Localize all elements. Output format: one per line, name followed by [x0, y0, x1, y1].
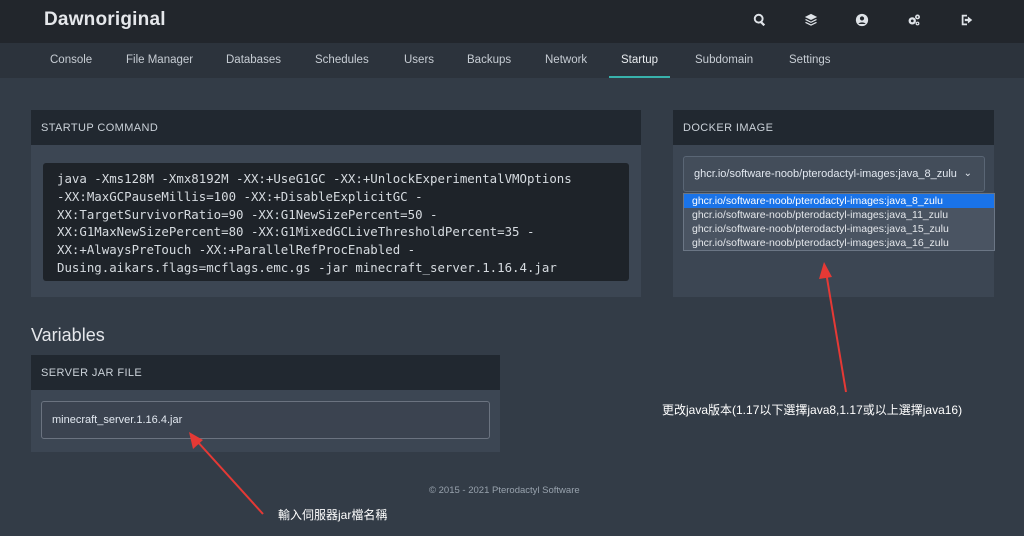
tab-schedules[interactable]: Schedules — [315, 43, 369, 78]
search-icon[interactable] — [752, 12, 768, 28]
app-title[interactable]: Dawnoriginal — [44, 9, 166, 31]
layers-icon[interactable] — [803, 12, 819, 28]
tab-settings[interactable]: Settings — [789, 43, 831, 78]
tab-backups[interactable]: Backups — [467, 43, 511, 78]
tab-subdomain[interactable]: Subdomain — [695, 43, 753, 78]
tab-databases[interactable]: Databases — [226, 43, 281, 78]
docker-option[interactable]: ghcr.io/software-noob/pterodactyl-images… — [684, 222, 994, 236]
cogs-icon[interactable] — [906, 12, 922, 28]
variables-title: Variables — [31, 325, 105, 345]
tab-startup[interactable]: Startup — [609, 43, 671, 78]
docker-option[interactable]: ghcr.io/software-noob/pterodactyl-images… — [684, 236, 994, 250]
jar-annotation-note: 輸入伺服器jar檔名稱 — [278, 508, 388, 522]
chevron-down-icon: ⌄ — [963, 168, 972, 179]
docker-annotation-note: 更改java版本(1.17以下選擇java8,1.17或以上選擇java16) — [662, 403, 963, 417]
command-line: XX:+AlwaysPreTouch -XX:+ParallelRefProcE… — [57, 242, 416, 258]
startup-command-header: STARTUP COMMAND — [31, 110, 641, 145]
sign-out-icon[interactable] — [959, 12, 975, 28]
server-jar-header: SERVER JAR FILE — [31, 355, 500, 390]
account-icon[interactable] — [854, 12, 870, 28]
footer-copyright: © 2015 - 2021 Pterodactyl Software — [429, 485, 580, 496]
command-line: XX:G1MaxNewSizePercent=80 -XX:G1MixedGCL… — [57, 224, 535, 240]
command-line: java -Xms128M -Xmx8192M -XX:+UseG1GC -XX… — [57, 171, 572, 186]
docker-image-options: ghcr.io/software-noob/pterodactyl-images… — [683, 193, 995, 251]
command-line: -XX:MaxGCPauseMillis=100 -XX:+DisableExp… — [57, 188, 423, 204]
top-bar: Dawnoriginal — [0, 0, 1024, 43]
startup-command-text: java -Xms128M -Xmx8192M -XX:+UseG1GC -XX… — [43, 163, 629, 281]
docker-image-selected-value: ghcr.io/software-noob/pterodactyl-images… — [694, 168, 957, 180]
command-line: XX:TargetSurvivorRatio=90 -XX:G1NewSizeP… — [57, 206, 438, 222]
tab-file-manager[interactable]: File Manager — [126, 43, 193, 78]
command-line: Dusing.aikars.flags=mcflags.emc.gs -jar … — [57, 259, 557, 275]
tab-network[interactable]: Network — [545, 43, 587, 78]
tab-console[interactable]: Console — [50, 43, 92, 78]
server-nav: Console File Manager Databases Schedules… — [0, 43, 1024, 78]
server-jar-input[interactable] — [41, 401, 490, 439]
tab-users[interactable]: Users — [404, 43, 434, 78]
docker-option[interactable]: ghcr.io/software-noob/pterodactyl-images… — [684, 194, 994, 208]
docker-image-header: DOCKER IMAGE — [673, 110, 994, 145]
docker-image-select[interactable]: ghcr.io/software-noob/pterodactyl-images… — [683, 156, 985, 192]
docker-option[interactable]: ghcr.io/software-noob/pterodactyl-images… — [684, 208, 994, 222]
